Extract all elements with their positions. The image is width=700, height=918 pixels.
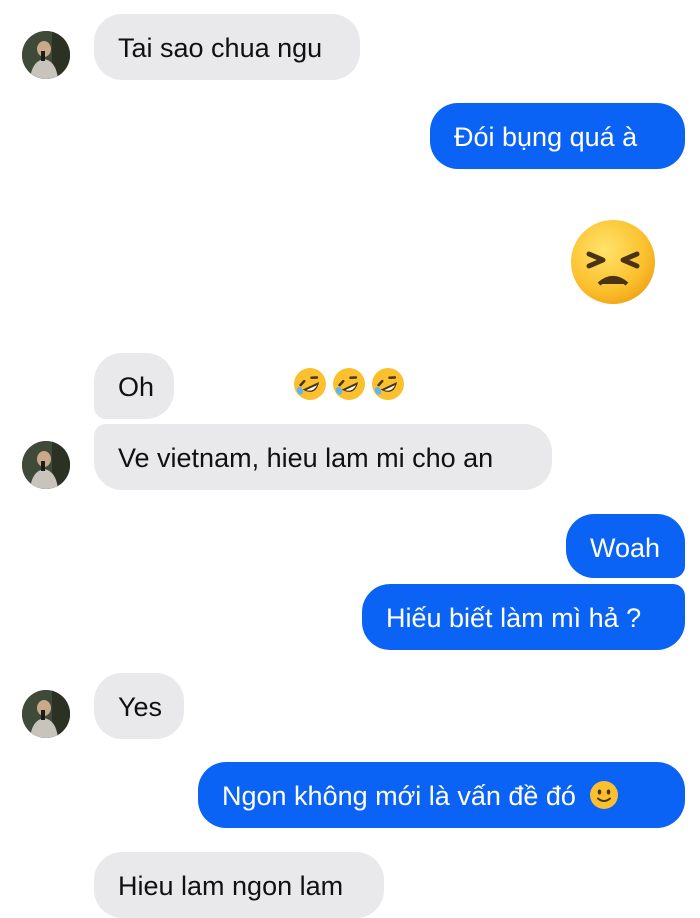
message-text: Yes <box>118 692 163 722</box>
persevering-face-icon[interactable] <box>569 218 657 306</box>
chat-thread: Tai sao chua ngu Đói bụng quá à Oh Ve vi… <box>0 0 700 918</box>
message-text: Ve vietnam, hieu lam mi cho an <box>118 443 494 473</box>
incoming-message[interactable]: Ve vietnam, hieu lam mi cho an <box>94 424 552 490</box>
message-text: Đói bụng quá à <box>454 122 638 152</box>
outgoing-message[interactable]: Hiếu biết làm mì hả ? <box>362 584 685 650</box>
rolling-on-floor-laughing-icon[interactable] <box>331 366 367 402</box>
slightly-smiling-face-icon <box>589 780 619 810</box>
message-text: Hieu lam ngon lam <box>118 871 344 901</box>
message-text: Ngon không mới là vấn đề đó <box>222 781 576 811</box>
message-text: Oh <box>118 372 155 402</box>
rolling-on-floor-laughing-icon[interactable] <box>370 366 406 402</box>
message-text: Woah <box>590 533 661 563</box>
message-text: Hiếu biết làm mì hả ? <box>386 603 642 633</box>
rolling-on-floor-laughing-icon[interactable] <box>292 366 328 402</box>
incoming-message[interactable]: Yes <box>94 673 184 739</box>
incoming-message[interactable]: Tai sao chua ngu <box>94 14 360 80</box>
incoming-message[interactable]: Oh <box>94 353 174 419</box>
incoming-message[interactable]: Hieu lam ngon lam <box>94 852 384 918</box>
avatar[interactable] <box>22 31 70 79</box>
avatar[interactable] <box>22 690 70 738</box>
outgoing-message[interactable]: Ngon không mới là vấn đề đó <box>198 762 685 828</box>
avatar[interactable] <box>22 441 70 489</box>
outgoing-message[interactable]: Woah <box>566 514 685 578</box>
outgoing-message[interactable]: Đói bụng quá à <box>430 103 685 169</box>
message-text: Tai sao chua ngu <box>118 33 323 63</box>
